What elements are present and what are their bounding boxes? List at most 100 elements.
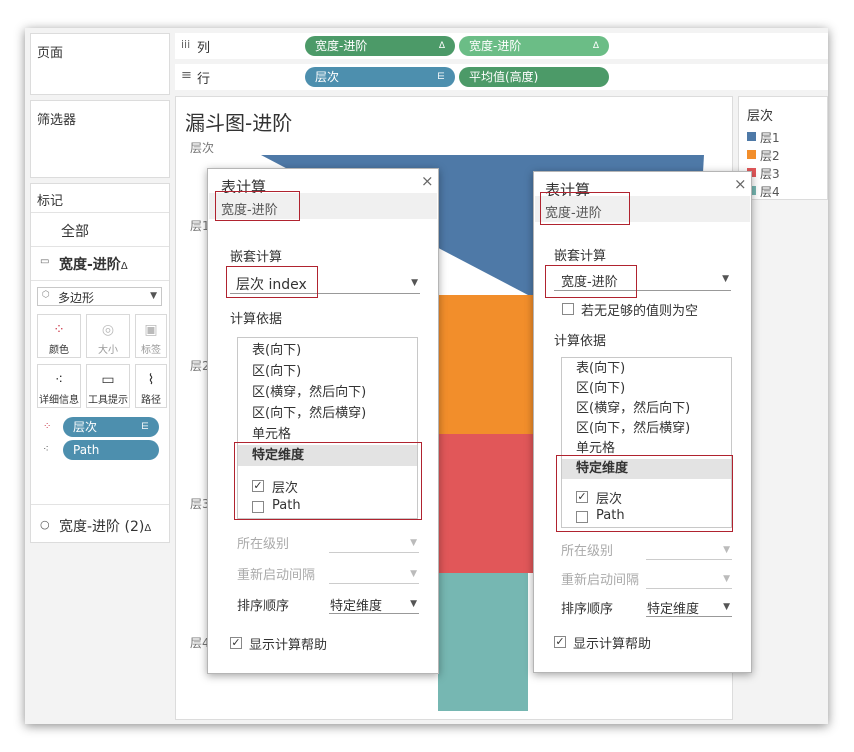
columns-pill-1-label: 宽度-进阶 — [315, 39, 368, 53]
dropdown-arrow-icon: ▼ — [410, 538, 417, 548]
dropdown-arrow-icon: ▼ — [410, 599, 417, 609]
close-icon[interactable]: × — [734, 175, 747, 193]
polygon-icon: ⬡ — [42, 290, 50, 300]
path-button[interactable]: ⌇ 路径 — [135, 364, 167, 408]
divider — [31, 246, 169, 247]
show-help-label: 显示计算帮助 — [573, 637, 652, 652]
nested-calc-label: 嵌套计算 — [230, 250, 283, 265]
show-help-label: 显示计算帮助 — [249, 638, 328, 653]
compute-option[interactable]: 区(横穿，然后向下) — [238, 382, 417, 403]
label-button[interactable]: ▣ 标签 — [135, 314, 167, 358]
columns-shelf-icon: iii — [181, 38, 191, 51]
dropdown-arrow-icon: ▼ — [410, 569, 417, 579]
compute-option[interactable]: 区(向下，然后横穿) — [562, 419, 731, 439]
label-label: 标签 — [141, 345, 161, 356]
columns-shelf-label: 列 — [197, 41, 211, 56]
sort-order-value: 特定维度 — [330, 599, 383, 614]
legend-label: 层2 — [760, 149, 780, 163]
tooltip-button[interactable]: ▭ 工具提示 — [86, 364, 130, 408]
delta-icon: Δ — [120, 261, 128, 272]
sort-order-value: 特定维度 — [647, 602, 700, 617]
dropdown-arrow-icon: ▼ — [411, 278, 418, 288]
checkbox-unchecked[interactable] — [562, 303, 574, 315]
rows-pill-1[interactable]: 层次 ⋿ — [305, 67, 455, 87]
marks-card1-label: 宽度-进阶 — [59, 257, 121, 273]
delta-icon: Δ — [592, 41, 599, 51]
level-select[interactable]: ▼ — [646, 542, 732, 560]
highlight-box — [556, 455, 733, 532]
legend-label: 层1 — [760, 131, 780, 145]
field-pill-level-label: 层次 — [73, 420, 98, 434]
marks-card: 标记 全部 ▭ 宽度-进阶Δ ⬡ 多边形 ▼ ⁘ 颜色 ◎ 大小 ▣ 标签 ⁖ … — [30, 183, 170, 543]
size-button[interactable]: ◎ 大小 — [86, 314, 130, 358]
chart-icon: ▭ — [40, 256, 50, 267]
close-icon[interactable]: × — [421, 172, 434, 190]
field-pill-path-label: Path — [73, 443, 100, 457]
restart-select[interactable]: ▼ — [646, 571, 732, 589]
sort-order-select[interactable]: 特定维度 ▼ — [646, 598, 732, 617]
pages-card[interactable]: 页面 — [30, 33, 170, 95]
restart-select[interactable]: ▼ — [329, 566, 419, 584]
sort-icon: ⋿ — [141, 422, 149, 432]
path-label: 路径 — [141, 395, 161, 406]
dropdown-arrow-icon: ▼ — [723, 574, 730, 584]
compute-option[interactable]: 表(向下) — [562, 359, 731, 379]
detail-label: 详细信息 — [39, 395, 79, 406]
dropdown-arrow-icon: ▼ — [723, 545, 730, 555]
rows-pill-2[interactable]: 平均值(高度) — [459, 67, 609, 87]
rows-shelf-icon: ≡ — [181, 68, 192, 83]
color-button[interactable]: ⁘ 颜色 — [37, 314, 81, 358]
marks-card2-label: 宽度-进阶 (2) — [59, 519, 145, 535]
sort-order-select[interactable]: 特定维度 ▼ — [329, 595, 419, 614]
marks-all-tab[interactable]: 全部 — [61, 221, 89, 241]
divider — [31, 280, 169, 281]
mark-type-select[interactable]: ⬡ 多边形 ▼ — [37, 287, 162, 306]
delta-icon: Δ — [144, 523, 152, 534]
compute-option[interactable]: 区(向下) — [562, 379, 731, 399]
size-icon: ◎ — [101, 322, 115, 338]
rows-shelf[interactable]: ≡ 行 层次 ⋿ 平均值(高度) — [175, 64, 828, 90]
legend-title: 层次 — [747, 109, 774, 124]
checkbox-checked[interactable]: ✓ — [230, 637, 242, 649]
columns-pill-2[interactable]: 宽度-进阶 Δ — [459, 36, 609, 56]
path-field-icon: ⁖ — [43, 444, 49, 455]
dropdown-arrow-icon: ▼ — [723, 602, 730, 612]
tooltip-label: 工具提示 — [88, 395, 128, 406]
sort-icon: ⋿ — [437, 72, 445, 82]
dropdown-arrow-icon: ▼ — [722, 274, 729, 284]
highlight-box — [540, 192, 630, 225]
compute-using-label: 计算依据 — [554, 334, 607, 349]
compute-option[interactable]: 区(横穿，然后向下) — [562, 399, 731, 419]
dropdown-arrow-icon: ▼ — [150, 291, 157, 301]
marks-card2-tab[interactable]: 宽度-进阶 (2)Δ — [59, 516, 151, 536]
restart-label: 重新启动间隔 — [237, 568, 316, 583]
color-field-icon: ⁘ — [43, 421, 52, 432]
table-calc-dialog-left: 表计算 × 宽度-进阶 嵌套计算 层次 index ▼ 计算依据 表(向下) 区… — [207, 168, 439, 674]
funnel-segment-4[interactable] — [438, 573, 528, 711]
divider — [31, 212, 169, 213]
divider — [31, 504, 169, 505]
checkbox-checked[interactable]: ✓ — [554, 636, 566, 648]
legend-swatch — [747, 132, 756, 141]
highlight-box — [234, 442, 422, 520]
legend-label: 层3 — [760, 167, 780, 181]
highlight-box — [545, 265, 637, 298]
detail-button[interactable]: ⁖ 详细信息 — [37, 364, 81, 408]
sort-order-label: 排序顺序 — [237, 599, 290, 614]
sort-order-label: 排序顺序 — [561, 602, 614, 617]
compute-option[interactable]: 表(向下) — [238, 340, 417, 361]
rows-shelf-label: 行 — [197, 72, 211, 87]
compute-option[interactable]: 区(向下，然后横穿) — [238, 403, 417, 424]
filters-card[interactable]: 筛选器 — [30, 100, 170, 178]
level-select[interactable]: ▼ — [329, 535, 419, 553]
columns-pill-1[interactable]: 宽度-进阶 Δ — [305, 36, 455, 56]
columns-shelf[interactable]: iii 列 宽度-进阶 Δ 宽度-进阶 Δ — [175, 33, 828, 59]
field-pill-level[interactable]: 层次 ⋿ — [63, 417, 159, 437]
restart-label: 重新启动间隔 — [561, 573, 640, 588]
field-pill-path[interactable]: Path — [63, 440, 159, 460]
nested-calc-label: 嵌套计算 — [554, 249, 607, 264]
rows-pill-2-label: 平均值(高度) — [469, 70, 539, 84]
marks-card1-tab[interactable]: 宽度-进阶Δ — [59, 254, 128, 274]
compute-using-label: 计算依据 — [230, 312, 283, 327]
compute-option[interactable]: 区(向下) — [238, 361, 417, 382]
